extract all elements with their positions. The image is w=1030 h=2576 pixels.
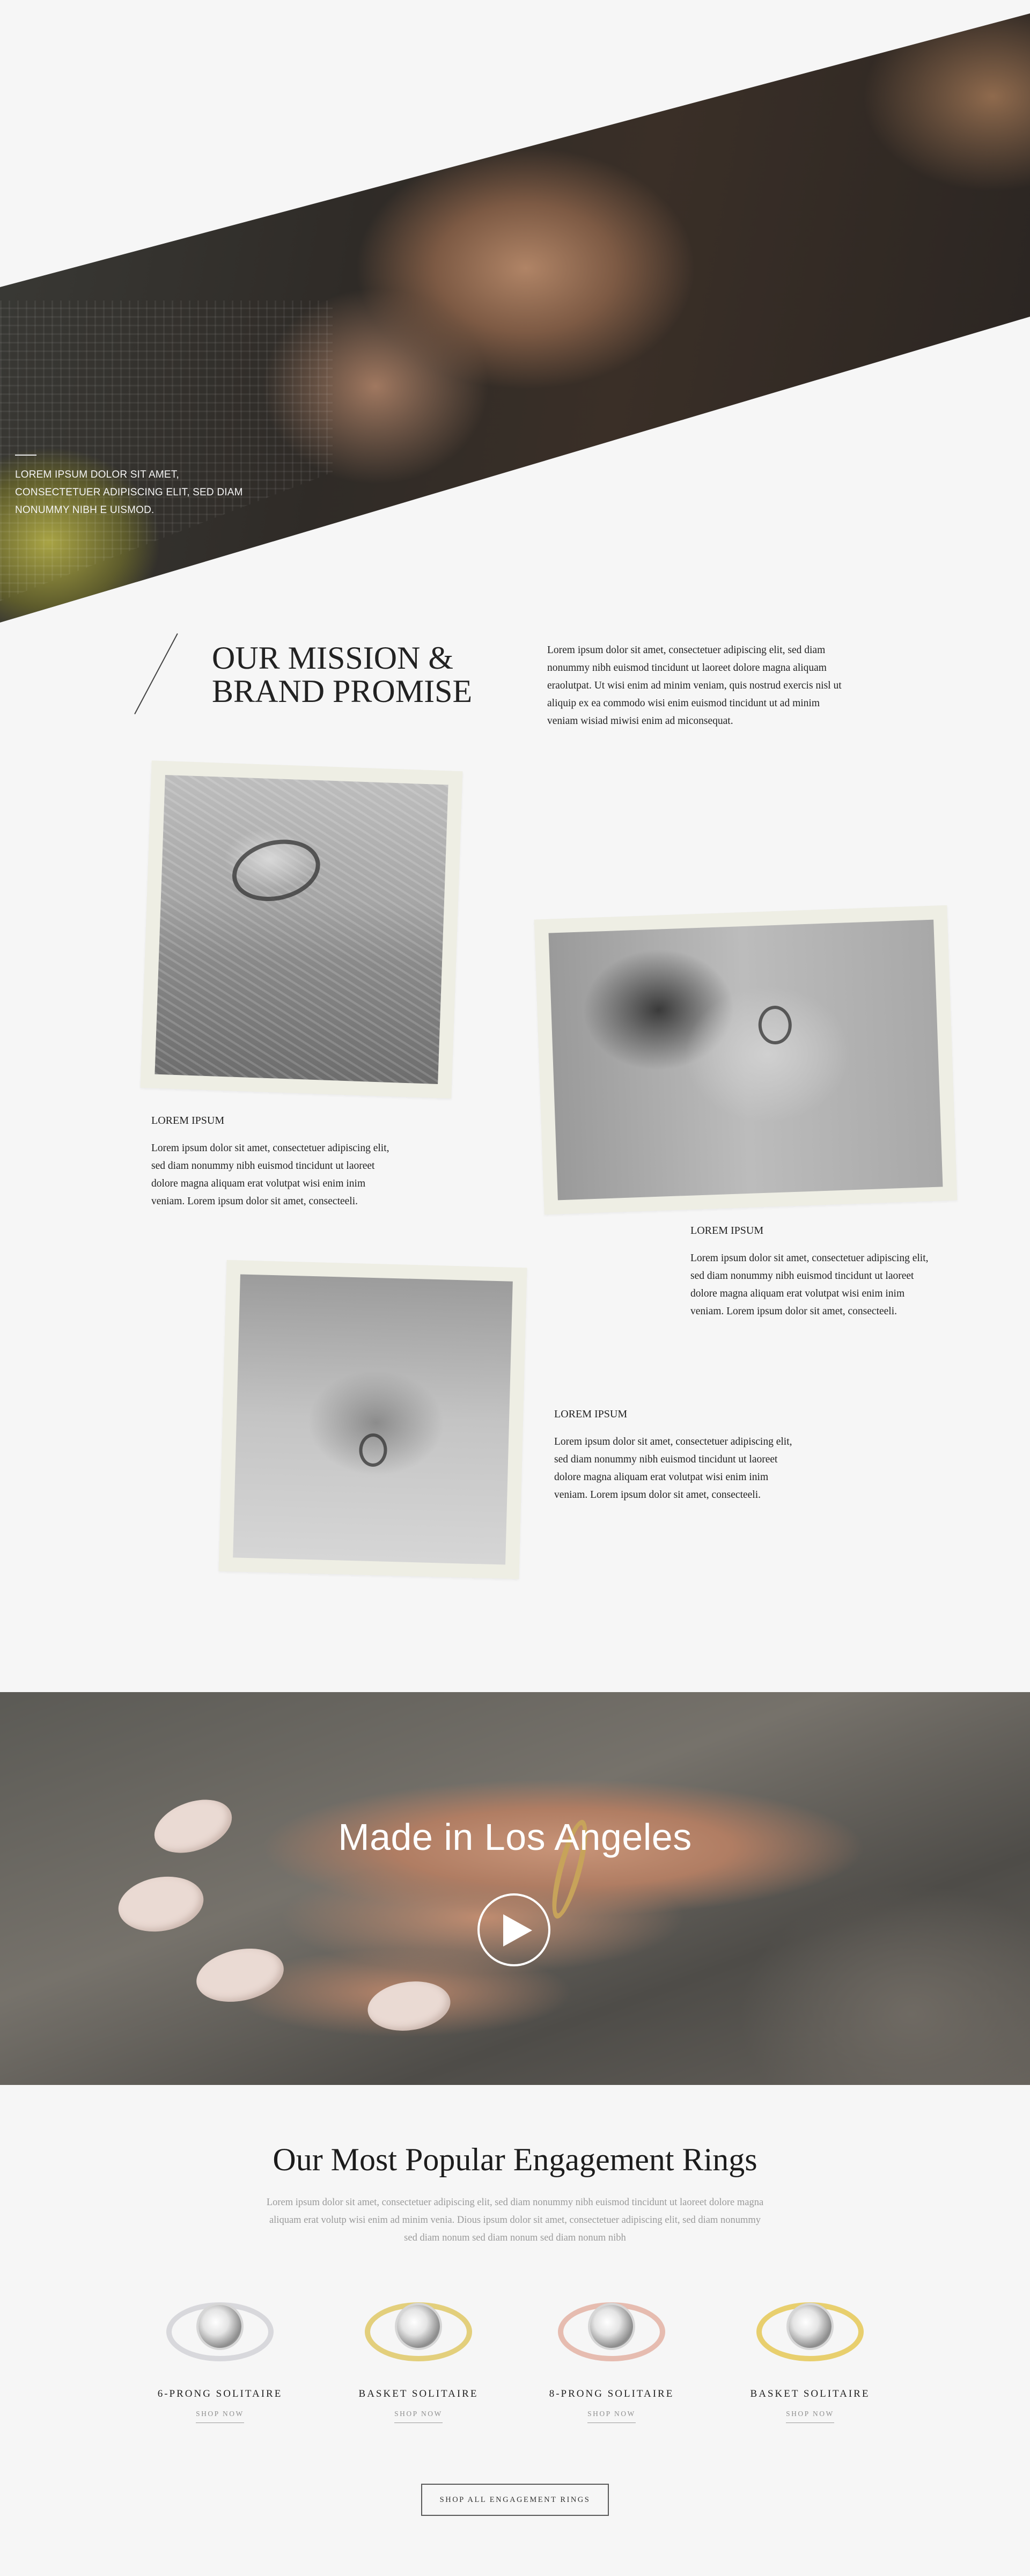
play-icon bbox=[503, 1914, 532, 1946]
shop-now-link[interactable]: SHOP NOW bbox=[196, 2410, 244, 2423]
ring-name: BASKET SOLITAIRE bbox=[358, 2388, 479, 2399]
ring-card[interactable]: BASKET SOLITAIRE SHOP NOW bbox=[338, 2281, 499, 2423]
video-section[interactable]: Made in Los Angeles bbox=[0, 1692, 1030, 2085]
clasped-hands-image bbox=[233, 1274, 513, 1565]
feature-title: LOREM IPSUM bbox=[151, 1115, 225, 1126]
ring-image[interactable] bbox=[730, 2281, 891, 2372]
diamond-stone bbox=[198, 2305, 241, 2348]
mission-title-line1: OUR MISSION & bbox=[212, 640, 454, 676]
ring-on-stone-image bbox=[154, 774, 448, 1085]
ring-image[interactable] bbox=[338, 2281, 499, 2372]
shop-now-link[interactable]: SHOP NOW bbox=[394, 2410, 443, 2423]
rings-heading: Our Most Popular Engagement Rings bbox=[273, 2142, 757, 2177]
ring-card[interactable]: 6-PRONG SOLITAIRE SHOP NOW bbox=[139, 2281, 300, 2423]
fingernail bbox=[364, 1976, 454, 2036]
mission-text: Lorem ipsum dolor sit amet, consectetuer… bbox=[547, 645, 842, 727]
ring-name: 6-PRONG SOLITAIRE bbox=[157, 2388, 283, 2399]
video-title: Made in Los Angeles bbox=[338, 1816, 692, 1858]
ring-shape bbox=[757, 1005, 793, 1045]
feature-caption-1: LOREM IPSUM Lorem ipsum dolor sit amet, … bbox=[151, 1114, 398, 1210]
ring-shape bbox=[358, 1433, 388, 1467]
diamond-stone bbox=[397, 2305, 440, 2348]
ring-name: BASKET SOLITAIRE bbox=[750, 2388, 870, 2399]
feature-text: Lorem ipsum dolor sit amet, consectetuer… bbox=[554, 1436, 792, 1501]
shop-now-link[interactable]: SHOP NOW bbox=[786, 2410, 834, 2423]
feature-title: LOREM IPSUM bbox=[554, 1408, 628, 1420]
feature-text: Lorem ipsum dolor sit amet, consectetuer… bbox=[690, 1253, 929, 1317]
ring-name: 8-PRONG SOLITAIRE bbox=[549, 2388, 674, 2399]
ring-image[interactable] bbox=[531, 2281, 692, 2372]
fingernail bbox=[191, 1941, 289, 2010]
diamond-stone bbox=[789, 2305, 832, 2348]
hero-caption: LOREM IPSUM DOLOR SIT AMET, CONSECTETUER… bbox=[15, 469, 243, 516]
shop-now-link[interactable]: SHOP NOW bbox=[587, 2410, 636, 2423]
clasped-hands-photo bbox=[218, 1260, 527, 1579]
play-button[interactable] bbox=[477, 1893, 550, 1966]
feature-text: Lorem ipsum dolor sit amet, consectetuer… bbox=[151, 1143, 389, 1207]
mission-title-line2: BRAND PROMISE bbox=[212, 674, 473, 709]
ring-card[interactable]: BASKET SOLITAIRE SHOP NOW bbox=[730, 2281, 891, 2423]
mission-title: OUR MISSION & BRAND PROMISE bbox=[212, 641, 491, 708]
shop-all-engagement-rings-button[interactable]: SHOP ALL ENGAGEMENT RINGS bbox=[421, 2484, 609, 2516]
ring-on-stone-photo bbox=[140, 760, 463, 1099]
feature-title: LOREM IPSUM bbox=[690, 1225, 764, 1236]
ring-card[interactable]: 8-PRONG SOLITAIRE SHOP NOW bbox=[531, 2281, 692, 2423]
ring-image[interactable] bbox=[139, 2281, 300, 2372]
mission-slash-divider bbox=[134, 633, 178, 715]
feature-caption-3: LOREM IPSUM Lorem ipsum dolor sit amet, … bbox=[554, 1407, 801, 1504]
fingernail bbox=[114, 1870, 208, 1938]
ring-shape bbox=[226, 831, 327, 910]
hero-accent-line bbox=[15, 455, 36, 456]
rings-intro-text: Lorem ipsum dolor sit amet, consectetuer… bbox=[266, 2197, 764, 2243]
diamond-stone bbox=[590, 2305, 633, 2348]
feature-caption-2: LOREM IPSUM Lorem ipsum dolor sit amet, … bbox=[690, 1224, 937, 1320]
woman-earring-image bbox=[548, 919, 943, 1201]
woman-earring-photo bbox=[534, 905, 958, 1215]
